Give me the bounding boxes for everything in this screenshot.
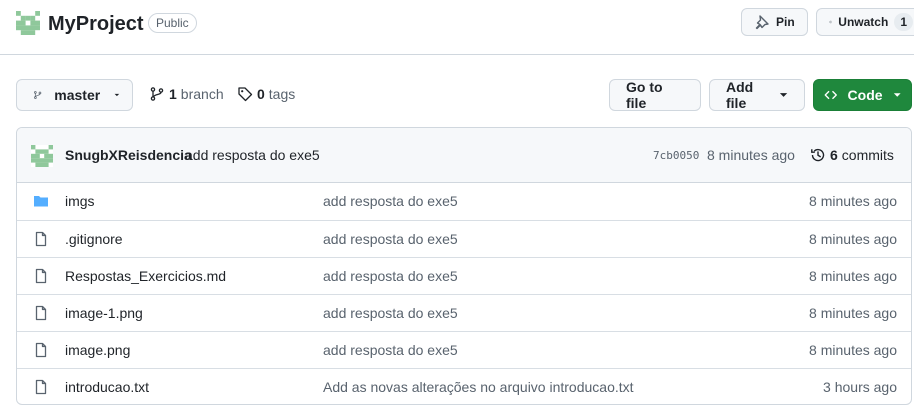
file-commit-time: 3 hours ago <box>823 379 897 395</box>
code-label: Code <box>847 87 883 103</box>
add-file-button[interactable]: Add file <box>709 79 805 111</box>
folder-icon <box>33 193 49 209</box>
file-icon <box>33 231 49 247</box>
commit-author[interactable]: SnugbXReisdencia <box>65 147 192 163</box>
repo-toolbar: master 1 branch 0 tags Go to file Add fi… <box>0 79 914 111</box>
caret-down-icon <box>893 93 901 97</box>
file-commit-message[interactable]: add resposta do exe5 <box>323 193 458 209</box>
file-name[interactable]: image-1.png <box>65 305 143 321</box>
file-commit-message[interactable]: add resposta do exe5 <box>323 268 458 284</box>
branch-count: 1 <box>169 86 177 102</box>
file-commit-time: 8 minutes ago <box>809 342 897 358</box>
branch-label: branch <box>180 86 224 102</box>
file-commit-time: 8 minutes ago <box>809 305 897 321</box>
watch-count: 1 <box>894 13 913 31</box>
code-icon <box>824 90 837 100</box>
git-branch-icon <box>150 87 164 101</box>
tag-count: 0 <box>257 86 265 102</box>
file-row[interactable]: Respostas_Exercicios.md add resposta do … <box>17 257 911 294</box>
file-row[interactable]: image.png add resposta do exe5 8 minutes… <box>17 331 911 368</box>
commits-history-link[interactable]: 6 commits <box>810 147 894 163</box>
file-row[interactable]: imgs add resposta do exe5 8 minutes ago <box>17 183 911 220</box>
pin-button[interactable]: Pin <box>741 8 808 36</box>
eye-icon <box>829 20 833 24</box>
file-icon <box>33 342 49 358</box>
go-to-file-button[interactable]: Go to file <box>609 79 701 111</box>
git-branch-icon <box>34 91 42 99</box>
add-file-label: Add file <box>726 79 754 111</box>
unwatch-button[interactable]: Unwatch 1 <box>816 8 914 36</box>
file-icon <box>33 305 49 321</box>
commit-count: 6 <box>830 147 838 163</box>
file-row[interactable]: image-1.png add resposta do exe5 8 minut… <box>17 294 911 331</box>
author-avatar[interactable] <box>31 145 53 167</box>
file-commit-message[interactable]: add resposta do exe5 <box>323 342 458 358</box>
file-browser: SnugbXReisdencia add resposta do exe5 7c… <box>16 127 912 405</box>
repo-header: MyProject Public Pin Unwatch 1 <box>0 0 914 55</box>
code-button[interactable]: Code <box>813 79 912 111</box>
file-name[interactable]: introducao.txt <box>65 379 149 395</box>
commit-time: 8 minutes ago <box>707 147 795 163</box>
branch-select-button[interactable]: master <box>16 79 133 111</box>
tag-icon <box>238 87 253 102</box>
commit-message[interactable]: add resposta do exe5 <box>185 147 320 163</box>
file-commit-message[interactable]: add resposta do exe5 <box>323 231 458 247</box>
caret-down-icon <box>779 93 788 97</box>
pin-icon <box>755 15 769 30</box>
file-commit-time: 8 minutes ago <box>809 268 897 284</box>
file-commit-message[interactable]: add resposta do exe5 <box>323 305 458 321</box>
latest-commit-bar: SnugbXReisdencia add resposta do exe5 7c… <box>17 128 911 183</box>
branches-link[interactable]: 1 branch <box>149 86 224 102</box>
repo-name[interactable]: MyProject <box>48 11 144 37</box>
file-icon <box>33 268 49 284</box>
pin-label: Pin <box>776 15 795 29</box>
tags-link[interactable]: 0 tags <box>237 86 295 102</box>
file-row[interactable]: .gitignore add resposta do exe5 8 minute… <box>17 220 911 257</box>
go-to-file-label: Go to file <box>626 79 663 111</box>
file-name[interactable]: Respostas_Exercicios.md <box>65 268 226 284</box>
commit-sha[interactable]: 7cb0050 <box>653 149 699 162</box>
file-name[interactable]: image.png <box>65 342 130 358</box>
commits-label: commits <box>841 147 894 163</box>
identicon-avatar[interactable] <box>16 11 40 35</box>
file-row[interactable]: introducao.txt Add as novas alterações n… <box>17 368 911 404</box>
tag-label: tags <box>268 86 296 102</box>
history-icon <box>811 148 825 162</box>
file-name[interactable]: imgs <box>65 193 95 209</box>
file-commit-message[interactable]: Add as novas alterações no arquivo intro… <box>323 379 634 395</box>
file-commit-time: 8 minutes ago <box>809 231 897 247</box>
watch-label: Unwatch <box>838 15 889 29</box>
branch-name: master <box>54 87 101 103</box>
visibility-badge: Public <box>148 13 197 33</box>
file-commit-time: 8 minutes ago <box>809 193 897 209</box>
file-icon <box>33 379 49 395</box>
caret-down-icon <box>114 93 120 97</box>
file-name[interactable]: .gitignore <box>65 231 123 247</box>
